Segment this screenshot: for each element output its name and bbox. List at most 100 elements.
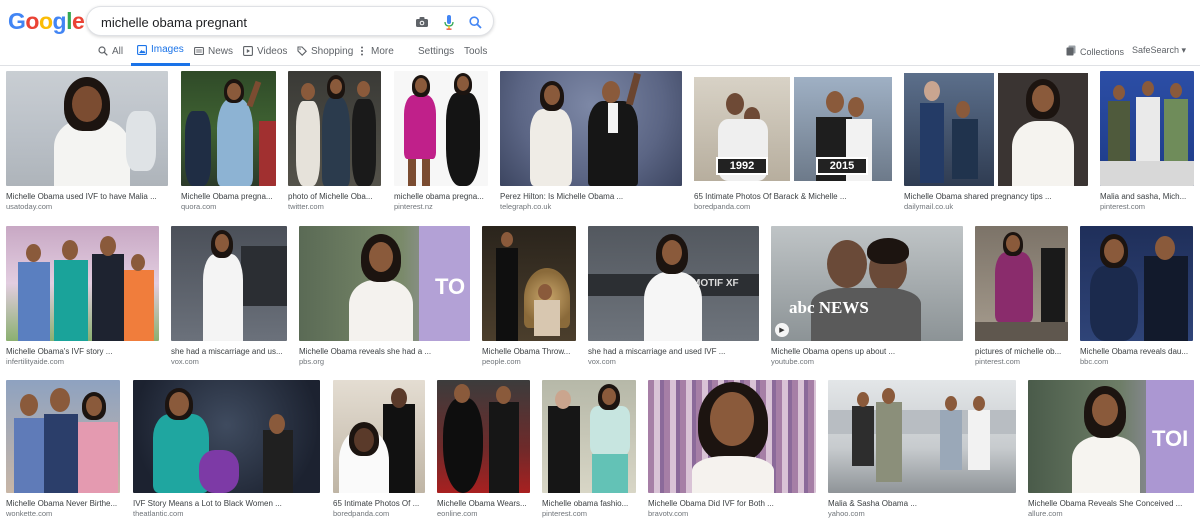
image-result[interactable]: Michelle Obama Wears... eonline.com	[437, 380, 530, 519]
result-title: Malia & Sasha Obama ...	[828, 499, 917, 508]
result-thumbnail[interactable]	[1080, 226, 1193, 341]
tab-news[interactable]: News	[194, 36, 233, 66]
result-thumbnail[interactable]	[171, 226, 287, 341]
play-icon[interactable]: ▶	[775, 323, 789, 337]
image-result[interactable]: she had a miscarriage and us... vox.com	[171, 226, 287, 367]
logo-letter: o	[38, 8, 53, 34]
image-result[interactable]: pictures of michelle ob... pinterest.com	[975, 226, 1068, 367]
result-title: Michelle Obama Did IVF for Both ...	[648, 499, 774, 508]
overlay-text: TO	[435, 274, 466, 299]
result-thumbnail[interactable]: abc NEWS ▶	[771, 226, 963, 341]
image-result[interactable]: Perez Hilton: Is Michelle Obama ... tele…	[500, 71, 682, 212]
year-caption: 1992	[716, 157, 768, 175]
result-thumbnail[interactable]	[133, 380, 320, 493]
image-result[interactable]: abc NEWS ▶ Michelle Obama opens up about…	[771, 226, 963, 367]
safesearch-dropdown[interactable]: SafeSearch ▾	[1132, 45, 1186, 56]
result-thumbnail[interactable]	[975, 226, 1068, 341]
tab-settings[interactable]: Settings	[418, 36, 454, 66]
tab-more[interactable]: More	[357, 36, 394, 66]
tab-label: Shopping	[311, 45, 354, 57]
tab-videos[interactable]: Videos	[243, 36, 287, 66]
result-thumbnail[interactable]	[333, 380, 425, 493]
google-logo[interactable]: Google	[8, 8, 85, 35]
result-title: Michelle Obama Never Birthe...	[6, 499, 118, 508]
year-caption: 2015	[816, 157, 868, 175]
result-title: Michelle Obama reveals she had a ...	[299, 347, 432, 356]
collections-link[interactable]: Collections	[1066, 45, 1124, 58]
tab-label: All	[112, 45, 124, 57]
result-thumbnail[interactable]	[1100, 71, 1194, 186]
result-title: Michelle Obama Throw...	[482, 347, 571, 356]
logo-letter: G	[8, 8, 26, 34]
result-thumbnail[interactable]	[648, 380, 816, 493]
image-result[interactable]: Michelle obama fashio... pinterest.com	[542, 380, 636, 519]
image-result[interactable]: Michelle Obama used IVF to have Malia ..…	[6, 71, 168, 212]
tab-label: Videos	[257, 45, 288, 57]
result-title: she had a miscarriage and used IVF ...	[588, 347, 726, 356]
result-thumbnail[interactable]	[288, 71, 381, 186]
result-thumbnail[interactable]	[437, 380, 530, 493]
result-thumbnail[interactable]	[542, 380, 636, 493]
result-thumbnail[interactable]	[6, 380, 120, 493]
result-source: boredpanda.com	[333, 509, 390, 518]
result-title: Michelle Obama pregna...	[181, 192, 273, 201]
result-thumbnail[interactable]: TOI	[1028, 380, 1194, 493]
tab-images[interactable]: Images	[131, 36, 190, 66]
result-thumbnail[interactable]	[500, 71, 682, 186]
image-result[interactable]: TO Michelle Obama reveals she had a ... …	[299, 226, 470, 367]
logo-letter: e	[71, 8, 85, 34]
search-icon	[98, 46, 108, 56]
image-result[interactable]: Malia and sasha, Mich... pinterest.com	[1100, 71, 1194, 212]
result-thumbnail[interactable]	[828, 380, 1016, 493]
image-result[interactable]: michelle obama pregna... pinterest.nz	[394, 71, 488, 212]
image-result[interactable]: Michelle Obama Did IVF for Both ... brav…	[648, 380, 816, 519]
tab-shopping[interactable]: Shopping	[297, 36, 353, 66]
image-result[interactable]: photo of Michelle Oba... twitter.com	[288, 71, 381, 212]
image-result[interactable]: Michelle Obama Throw... people.com	[482, 226, 576, 367]
image-result[interactable]: Michelle Obama Never Birthe... wonkette.…	[6, 380, 120, 519]
tab-label: Settings	[418, 45, 455, 57]
search-input[interactable]	[101, 12, 401, 32]
result-thumbnail[interactable]	[482, 226, 576, 341]
result-source: yahoo.com	[828, 509, 865, 518]
image-result[interactable]: Michelle Obama shared pregnancy tips ...…	[904, 71, 1088, 212]
image-result[interactable]: 1992 2015 65 Intimate Photos Of Barack &…	[694, 71, 892, 212]
tab-all[interactable]: All	[98, 36, 123, 66]
result-thumbnail[interactable]	[6, 71, 168, 186]
image-result[interactable]: Michelle Obama's IVF story ... infertili…	[6, 226, 159, 367]
image-result[interactable]: 65 Intimate Photos Of ... boredpanda.com	[333, 380, 425, 519]
result-source: vox.com	[171, 357, 199, 366]
tab-tools[interactable]: Tools	[464, 36, 487, 66]
result-source: pinterest.nz	[394, 202, 433, 211]
search-icon[interactable]	[466, 13, 484, 31]
result-title: 65 Intimate Photos Of Barack & Michelle …	[694, 192, 847, 201]
result-title: michelle obama pregna...	[394, 192, 484, 201]
camera-icon[interactable]	[413, 13, 431, 31]
microphone-icon[interactable]	[440, 13, 458, 31]
image-result[interactable]: MOTIF XF she had a miscarriage and used …	[588, 226, 759, 367]
result-thumbnail[interactable]	[181, 71, 276, 186]
image-result[interactable]: Michelle Obama pregna... quora.com	[181, 71, 276, 212]
image-result[interactable]: Malia & Sasha Obama ... yahoo.com	[828, 380, 1016, 519]
result-thumbnail[interactable]	[394, 71, 488, 186]
result-source: theatlantic.com	[133, 509, 184, 518]
image-result[interactable]: IVF Story Means a Lot to Black Women ...…	[133, 380, 320, 519]
result-source: twitter.com	[288, 202, 324, 211]
result-source: youtube.com	[771, 357, 814, 366]
result-title: Michelle Obama shared pregnancy tips ...	[904, 192, 1052, 201]
result-thumbnail[interactable]: MOTIF XF	[588, 226, 759, 341]
result-title: Michelle Obama Wears...	[437, 499, 527, 508]
result-source: infertilityaide.com	[6, 357, 64, 366]
image-result[interactable]: TOI Michelle Obama Reveals She Conceived…	[1028, 380, 1194, 519]
result-source: people.com	[482, 357, 521, 366]
result-source: usatoday.com	[6, 202, 53, 211]
collections-label: Collections	[1080, 46, 1125, 57]
result-source: bbc.com	[1080, 357, 1109, 366]
result-title: she had a miscarriage and us...	[171, 347, 283, 356]
result-thumbnail[interactable]: 1992 2015	[694, 71, 892, 186]
result-source: eonline.com	[437, 509, 478, 518]
result-thumbnail[interactable]	[6, 226, 159, 341]
image-result[interactable]: Michelle Obama reveals dau... bbc.com	[1080, 226, 1193, 367]
result-thumbnail[interactable]	[904, 71, 1088, 186]
result-thumbnail[interactable]: TO	[299, 226, 470, 341]
